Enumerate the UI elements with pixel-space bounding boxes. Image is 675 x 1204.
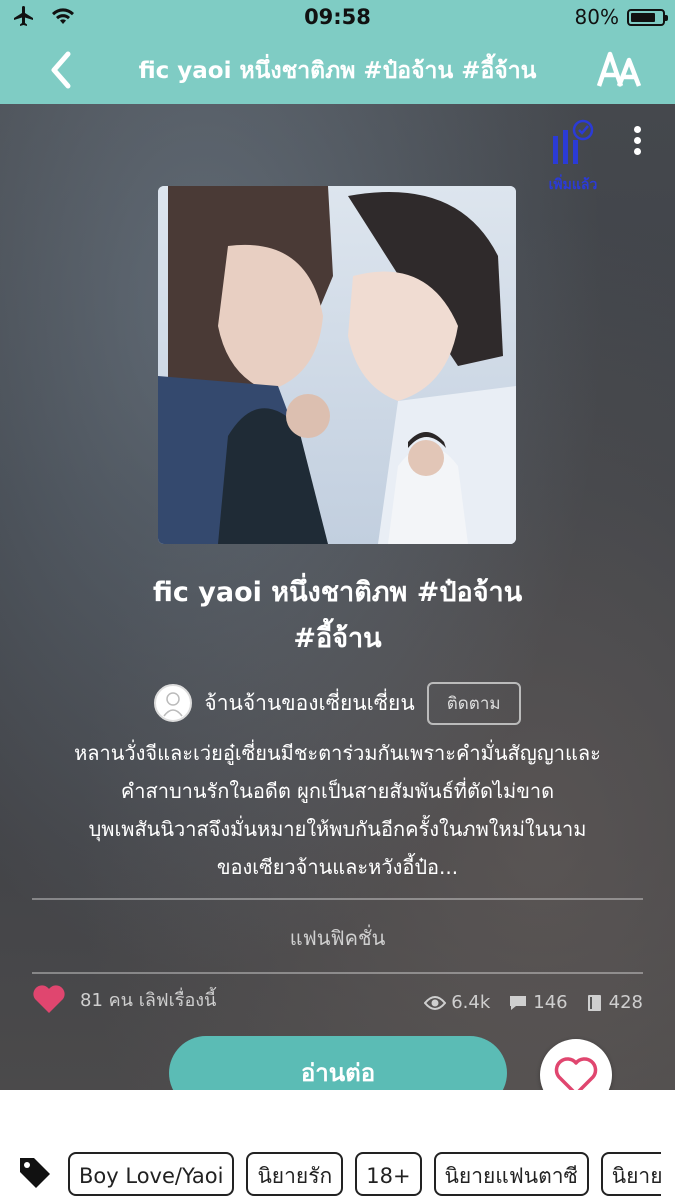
- synopsis-line: หลานวั่งจีและเว่ยอู๋เซี่ยนมีชะตาร่วมกันเ…: [74, 741, 601, 765]
- stats: 6.4k 146 428: [424, 992, 643, 1013]
- chapters-count: 428: [608, 992, 643, 1013]
- synopsis-line: บุพเพสันนิวาสจึงมั่นหมายให้พบกันอีกครั้ง…: [88, 817, 587, 841]
- battery-percent: 80%: [574, 5, 619, 29]
- views-count: 6.4k: [451, 992, 491, 1013]
- tag-icon: [20, 1158, 50, 1188]
- love-count: 81 คน เลิฟเรื่องนี้: [32, 984, 216, 1014]
- comment-icon: [510, 995, 527, 1010]
- nav-title: fic yaoi หนึ่งชาติภพ #ป๋อจ้าน #อี้จ้าน: [138, 58, 537, 84]
- avatar-icon: [163, 692, 184, 717]
- eye-icon: [424, 995, 447, 1010]
- more-icon[interactable]: [630, 126, 644, 162]
- tag-chip[interactable]: นิยายแฟนตาซี: [433, 1152, 589, 1196]
- book-title-line-2: #อี้จ้าน: [293, 623, 382, 654]
- tag-chip[interactable]: Boy Love/Yaoi: [68, 1152, 235, 1196]
- author-row: จ้านจ้านของเซี่ยนเซี่ยน ติดตาม: [0, 681, 675, 725]
- comments-stat: 146: [508, 992, 568, 1013]
- book-cover: [158, 186, 516, 544]
- book-icon: [587, 994, 601, 1011]
- back-chevron-icon[interactable]: [42, 48, 82, 92]
- divider: [32, 972, 643, 974]
- comments-count: 146: [533, 992, 568, 1013]
- tags-bar: Boy Love/Yaoi นิยายรัก 18+ นิยายแฟนตาซี …: [0, 1110, 675, 1200]
- library-added-button[interactable]: เพิ่มแล้ว: [538, 118, 608, 193]
- love-text: 81 คน เลิฟเรื่องนี้: [80, 989, 217, 1011]
- tag-chip[interactable]: 18+: [355, 1152, 422, 1196]
- continue-reading-button[interactable]: อ่านต่อ: [169, 1036, 507, 1090]
- book-title: fic yaoi หนึ่งชาติภพ #ป๋อจ้าน #อี้จ้าน: [60, 570, 615, 662]
- heart-icon: [33, 985, 65, 1013]
- nav-bar: fic yaoi หนึ่งชาติภพ #ป๋อจ้าน #อี้จ้าน: [0, 36, 675, 104]
- synopsis-line: คำสาบานรักในอดีต ผูกเป็นสายสัมพันธ์ที่ตั…: [120, 779, 555, 803]
- status-right: 80%: [574, 5, 668, 29]
- status-bar: 09:58 80%: [0, 0, 675, 36]
- tag-list: Boy Love/Yaoi นิยายรัก 18+ นิยายแฟนตาซี …: [68, 1152, 661, 1204]
- avatar[interactable]: [154, 684, 193, 722]
- views-stat: 6.4k: [424, 992, 490, 1013]
- favorite-button[interactable]: [540, 1039, 612, 1090]
- added-label: เพิ่มแล้ว: [548, 177, 598, 193]
- book-title-line-1: fic yaoi หนึ่งชาติภพ #ป๋อจ้าน: [152, 577, 523, 608]
- author-name[interactable]: จ้านจ้านของเซี่ยนเซี่ยน: [204, 687, 414, 720]
- genre-label[interactable]: แฟนฟิคชั่น: [0, 922, 675, 954]
- book-detail: เพิ่มแล้ว fic yaoi หนึ่งชาติภพ #ป๋อจ้าน …: [0, 104, 675, 1090]
- tag-chip[interactable]: นิยายรัก: [246, 1152, 344, 1196]
- battery-icon: [627, 8, 668, 26]
- font-size-icon[interactable]: [595, 48, 643, 90]
- tag-chip[interactable]: นิยาย: [600, 1152, 661, 1196]
- library-added-icon: [553, 119, 594, 164]
- heart-outline-icon: [554, 1057, 598, 1090]
- chapters-stat: 428: [586, 992, 643, 1013]
- divider: [32, 898, 643, 900]
- follow-button[interactable]: ติดตาม: [426, 681, 521, 725]
- synopsis-line: ของเซียวจ้านและหวังอี้ป๋อ...: [216, 855, 459, 879]
- synopsis: หลานวั่งจีและเว่ยอู๋เซี่ยนมีชะตาร่วมกันเ…: [30, 734, 645, 886]
